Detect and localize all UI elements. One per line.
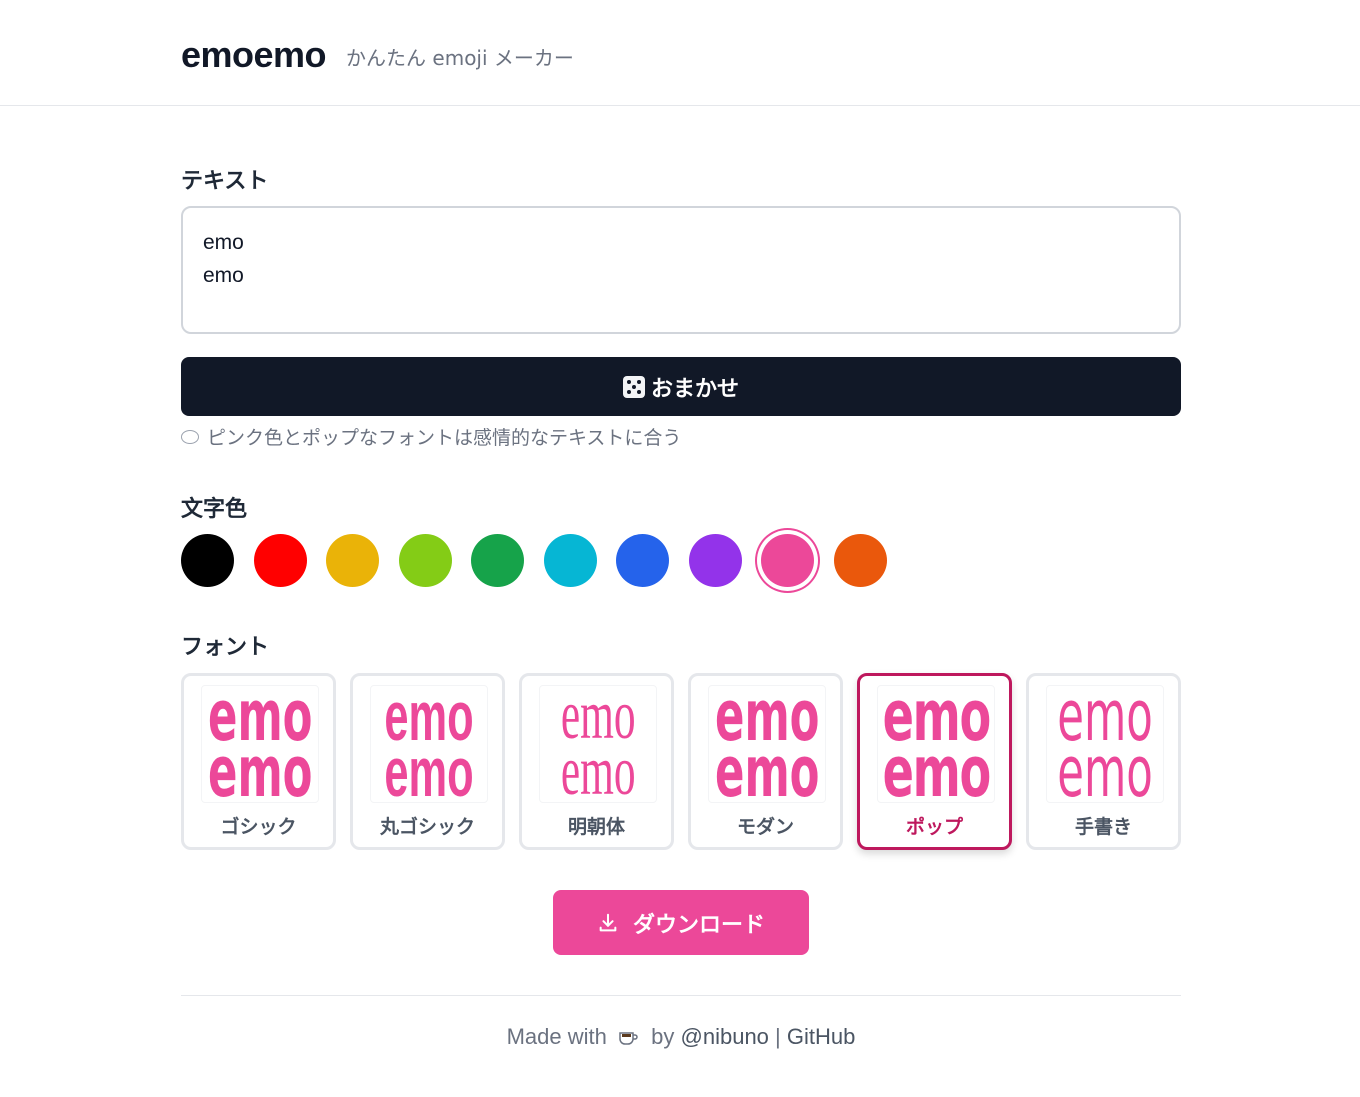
font-preview-line: emo: [207, 731, 313, 803]
download-button-label: ダウンロード: [632, 911, 765, 937]
font-name-label: ゴシック: [220, 816, 297, 838]
font-options: emo emo ゴシック emo emo 丸ゴシック emo emo 明朝体 emo emo モダン e…: [181, 673, 1181, 850]
color-swatch[interactable]: [253, 534, 307, 587]
color-swatch[interactable]: [616, 534, 669, 587]
font-option-mincho[interactable]: emo emo 明朝体: [519, 673, 674, 850]
font-preview: emo emo: [708, 685, 826, 803]
font-name-label: モダン: [736, 816, 794, 838]
color-swatch[interactable]: [543, 534, 597, 587]
speech-bubble-icon: [181, 429, 199, 444]
font-preview-line: emo: [714, 731, 820, 803]
font-name-label: 手書き: [1074, 816, 1132, 838]
font-option-pop[interactable]: emo emo ポップ: [857, 673, 1012, 850]
app-title: emoemo: [181, 34, 327, 75]
font-preview-line: emo: [1057, 731, 1153, 803]
dice-icon: [622, 375, 645, 398]
text-section-label: テキスト: [181, 169, 269, 194]
footer-separator: |: [775, 1024, 781, 1049]
font-section-label: フォント: [181, 635, 270, 660]
color-swatch[interactable]: [471, 534, 524, 587]
font-preview: emo emo: [877, 685, 995, 803]
author-link[interactable]: @nibuno: [681, 1024, 769, 1049]
footer-by: by: [651, 1024, 675, 1049]
hint-message: ピンク色とポップなフォントは感情的なテキストに合う: [181, 423, 681, 450]
random-button[interactable]: おまかせ: [181, 357, 1181, 416]
download-icon: [599, 913, 617, 931]
font-option-maru-gothic[interactable]: emo emo 丸ゴシック: [350, 673, 505, 850]
font-option-modern[interactable]: emo emo モダン: [688, 673, 843, 850]
coffee-icon: [619, 1032, 638, 1045]
github-link[interactable]: GitHub: [787, 1024, 855, 1049]
font-preview: emo emo: [1046, 685, 1164, 803]
font-preview-line: emo: [384, 733, 474, 803]
app-header: emoemo かんたん emoji メーカー: [0, 0, 1360, 106]
footer-made-with: Made with: [506, 1024, 607, 1049]
font-preview: emo emo: [370, 685, 488, 803]
color-swatches: [181, 534, 941, 590]
font-preview: emo emo: [539, 685, 657, 803]
color-swatch[interactable]: [688, 534, 742, 587]
color-section-label: 文字色: [181, 497, 248, 522]
color-swatch[interactable]: [761, 534, 814, 587]
font-option-gothic[interactable]: emo emo ゴシック: [181, 673, 336, 850]
font-name-label: 丸ゴシック: [379, 816, 475, 838]
footer: Made with by @nibuno | GitHub: [181, 995, 1181, 1050]
font-preview-line: emo: [882, 731, 991, 803]
brand: emoemo かんたん emoji メーカー: [181, 34, 574, 76]
download-button[interactable]: ダウンロード: [553, 890, 809, 955]
text-input[interactable]: [181, 206, 1181, 334]
font-preview: emo emo: [201, 685, 319, 803]
app-subtitle: かんたん emoji メーカー: [346, 46, 574, 70]
color-swatch[interactable]: [181, 534, 234, 587]
color-swatch[interactable]: [326, 534, 379, 587]
hint-text: ピンク色とポップなフォントは感情的なテキストに合う: [207, 427, 682, 449]
color-swatch[interactable]: [398, 534, 452, 587]
random-button-label: おまかせ: [650, 375, 739, 401]
font-preview-line: emo: [560, 733, 636, 803]
font-option-handwriting[interactable]: emo emo 手書き: [1026, 673, 1181, 850]
font-name-label: ポップ: [905, 816, 963, 838]
color-swatch[interactable]: [833, 534, 887, 587]
font-name-label: 明朝体: [567, 816, 625, 838]
